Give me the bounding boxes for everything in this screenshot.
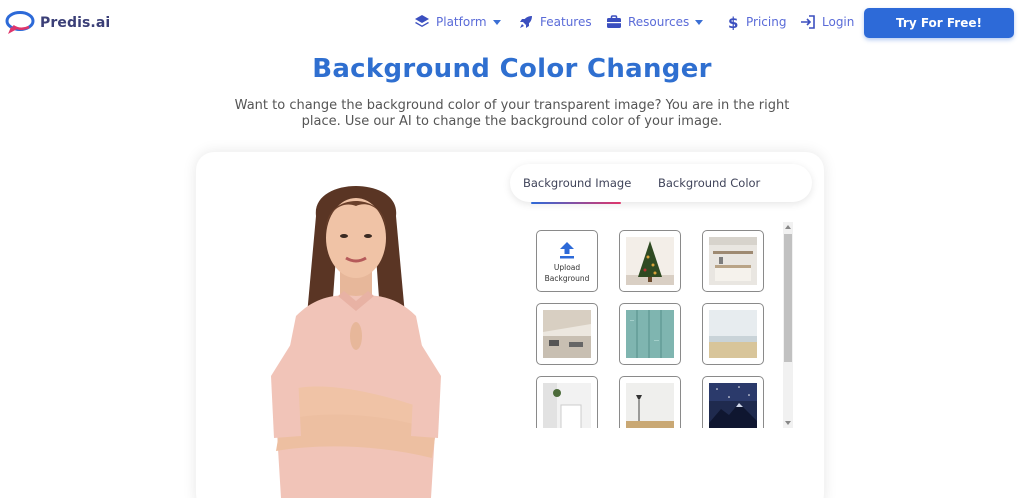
nav-login[interactable]: Login <box>800 14 854 30</box>
nav-platform[interactable]: Platform <box>414 14 501 30</box>
background-grid: Upload Background <box>534 230 774 428</box>
scroll-up-arrow-icon[interactable] <box>785 225 791 229</box>
beach-thumbnail <box>709 310 757 358</box>
try-for-free-button[interactable]: Try For Free! <box>864 8 1014 38</box>
white-room-thumbnail <box>543 383 591 428</box>
background-tile-christmas-tree[interactable] <box>619 230 681 292</box>
nav-resources-label: Resources <box>628 15 690 29</box>
background-tabs: Background Image Background Color <box>510 164 812 202</box>
nav-pricing-label: Pricing <box>746 15 787 29</box>
speech-bubble-logo-icon <box>5 11 35 34</box>
christmas-tree-thumbnail <box>626 237 674 285</box>
login-icon <box>801 15 815 29</box>
brand-logo[interactable]: Predis.ai <box>5 10 110 36</box>
scrollbar-thumb[interactable] <box>784 234 792 362</box>
lamp-room-thumbnail <box>626 383 674 428</box>
woman-portrait-image <box>271 186 441 498</box>
nav-resources[interactable]: Resources <box>606 14 704 30</box>
rocket-icon <box>520 16 532 28</box>
upload-icon <box>560 242 574 259</box>
page-title: Background Color Changer <box>312 54 712 84</box>
nav-features[interactable]: Features <box>518 14 592 30</box>
kitchen-thumbnail <box>709 237 757 285</box>
top-navbar: Predis.ai Platform Features Resources $ … <box>0 0 1024 46</box>
upload-background-label: Upload Background <box>544 263 590 283</box>
background-tile-starry-mountain[interactable] <box>702 376 764 428</box>
nav-platform-label: Platform <box>436 15 487 29</box>
teal-wood-thumbnail <box>626 310 674 358</box>
active-tab-indicator <box>531 202 621 204</box>
background-tile-teal-wood[interactable] <box>619 303 681 365</box>
briefcase-icon <box>607 15 621 28</box>
background-tile-white-room[interactable] <box>536 376 598 428</box>
background-tile-kitchen[interactable] <box>702 230 764 292</box>
page-subtitle: Want to change the background color of y… <box>234 98 790 129</box>
background-grid-scrollbar[interactable] <box>783 222 793 428</box>
brand-name: Predis.ai <box>40 15 111 31</box>
nav-features-label: Features <box>540 15 592 29</box>
background-tile-beach[interactable] <box>702 303 764 365</box>
dollar-icon: $ <box>728 14 738 30</box>
chevron-down-icon <box>492 19 501 25</box>
starry-mountain-thumbnail <box>709 383 757 428</box>
nav-login-label: Login <box>822 15 855 29</box>
scroll-down-arrow-icon[interactable] <box>785 421 791 425</box>
chevron-down-icon <box>695 19 704 25</box>
background-tile-lamp-room[interactable] <box>619 376 681 428</box>
tab-background-image[interactable]: Background Image <box>523 176 631 190</box>
background-tile-office[interactable] <box>536 303 598 365</box>
editor-card: Background Image Background Color Upload… <box>196 152 824 498</box>
nav-pricing[interactable]: $ Pricing <box>724 14 786 30</box>
upload-background-button[interactable]: Upload Background <box>536 230 598 292</box>
svg-text:$: $ <box>728 14 738 30</box>
tab-background-color[interactable]: Background Color <box>658 176 760 190</box>
layers-icon <box>415 15 429 27</box>
office-thumbnail <box>543 310 591 358</box>
